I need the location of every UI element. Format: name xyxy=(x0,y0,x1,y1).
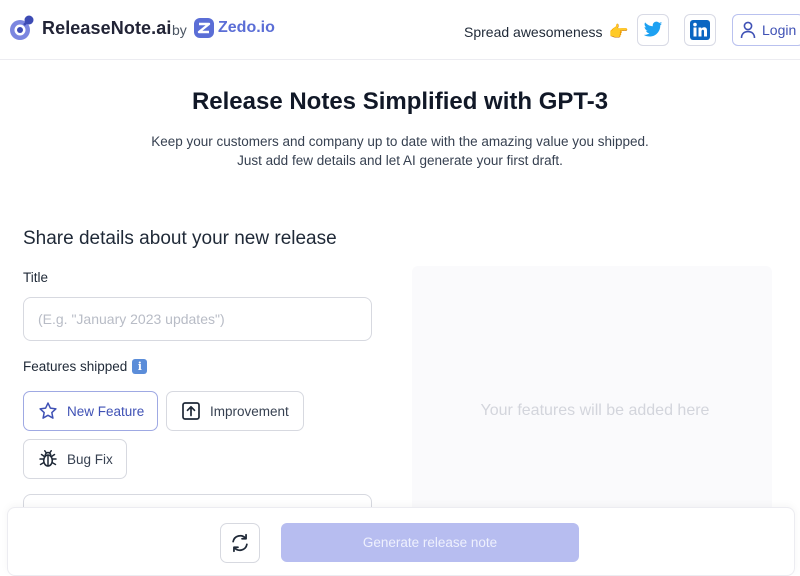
spread-awesomeness: Spread awesomeness 👉 xyxy=(464,22,628,42)
preview-panel xyxy=(412,266,772,516)
zedo-logo-icon xyxy=(194,18,214,38)
brand-name: ReleaseNote.ai xyxy=(42,17,172,38)
improvement-label: Improvement xyxy=(210,403,289,419)
linkedin-share-button[interactable] xyxy=(684,14,716,46)
linkedin-icon xyxy=(690,20,710,40)
generate-release-note-button[interactable]: Generate release note xyxy=(281,523,579,562)
bug-fix-label: Bug Fix xyxy=(67,451,113,467)
refresh-icon xyxy=(232,533,248,553)
subtitle-line-2: Just add few details and let AI generate… xyxy=(237,153,563,168)
bug-fix-button[interactable]: Bug Fix xyxy=(23,439,127,479)
spread-text: Spread awesomeness xyxy=(464,24,603,40)
top-navbar: ReleaseNote.ai by Zedo.io Spread awesome… xyxy=(0,0,800,60)
info-icon[interactable]: i xyxy=(132,359,148,374)
preview-empty-text: Your features will be added here xyxy=(480,402,710,419)
brand-logo-icon xyxy=(10,15,34,40)
subtitle-line-1: Keep your customers and company up to da… xyxy=(151,134,649,149)
page-title: Release Notes Simplified with GPT-3 xyxy=(191,88,609,115)
twitter-icon xyxy=(643,21,663,37)
features-label-row: Features shipped i xyxy=(23,359,148,374)
pointing-hand-icon: 👉 xyxy=(608,24,629,41)
arrow-up-box-icon xyxy=(180,400,202,422)
title-label: Title xyxy=(23,270,49,285)
brand-link[interactable]: ReleaseNote.ai xyxy=(8,14,171,42)
bug-icon xyxy=(37,448,59,470)
login-button[interactable]: Login xyxy=(732,14,800,46)
new-feature-button[interactable]: New Feature xyxy=(23,391,158,431)
reset-button[interactable] xyxy=(220,523,260,563)
page-subtitle: Keep your customers and company up to da… xyxy=(0,132,800,170)
partner-link[interactable]: Zedo.io xyxy=(193,17,275,39)
login-label: Login xyxy=(762,22,797,38)
title-input[interactable] xyxy=(23,297,372,341)
new-feature-label: New Feature xyxy=(67,403,145,419)
partner-name: Zedo.io xyxy=(218,19,275,36)
improvement-button[interactable]: Improvement xyxy=(166,391,304,431)
by-label: by xyxy=(172,22,187,38)
twitter-share-button[interactable] xyxy=(637,14,669,46)
user-icon xyxy=(740,21,756,39)
star-icon xyxy=(37,400,59,422)
form-section-title: Share details about your new release xyxy=(23,228,337,249)
features-label: Features shipped xyxy=(23,359,128,374)
